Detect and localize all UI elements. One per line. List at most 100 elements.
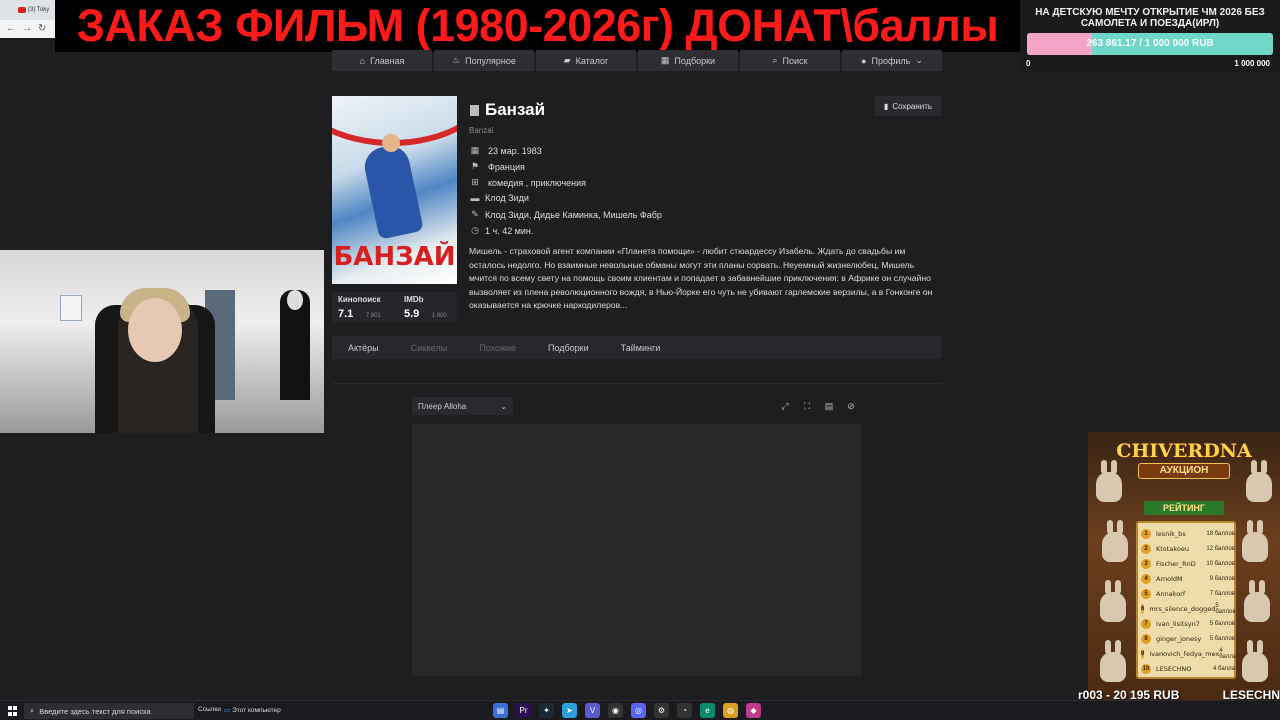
search-icon: ⌕ (772, 55, 778, 65)
director[interactable]: Клод Зиди (485, 193, 529, 203)
tab-sequels[interactable]: Сиквелы (411, 343, 448, 353)
vpn-icon[interactable]: V (585, 703, 600, 718)
nav-collections[interactable]: ▦ Подборки (638, 50, 738, 71)
browser-tab-label: (3) Toky (28, 7, 50, 13)
reload-icon[interactable]: ↻ (38, 23, 46, 34)
auction-points: 12 баллов (1206, 545, 1235, 552)
premiere-icon[interactable]: Pr (516, 703, 531, 718)
settings-icon[interactable]: ⚙ (654, 703, 669, 718)
rank-badge: 10 (1141, 663, 1151, 674)
auction-rating-label: РЕЙТИНГ (1144, 501, 1224, 515)
windows-start-icon[interactable] (8, 706, 18, 716)
film-title-text: Банзай (485, 100, 546, 119)
expand-icon[interactable]: ⤢ (776, 397, 794, 415)
auction-points: 10 баллов (1206, 560, 1235, 567)
edge-icon[interactable]: e (700, 703, 715, 718)
taskbar-this-pc[interactable]: ▭ Этот компьютер (224, 706, 281, 715)
nav-catalog[interactable]: ▰ Каталог (536, 50, 636, 71)
save-button[interactable]: ▮ Сохранить (875, 96, 941, 116)
tab-collections[interactable]: Подборки (548, 343, 589, 353)
link-icon[interactable]: ⊘ (842, 397, 860, 415)
clock-icon[interactable]: ◔ (677, 703, 692, 718)
fire-icon: ♨ (452, 55, 461, 65)
profile-icon: ● (861, 55, 867, 66)
nav-popular[interactable]: ♨ Популярное (434, 50, 534, 71)
rank-badge: 1 (1141, 528, 1151, 539)
film-tabs: Актёры Сиквелы Похожие Подборки Тайминги (332, 336, 942, 359)
nav-home[interactable]: ⌂ Главная (332, 50, 432, 71)
rank-badge: 4 (1141, 573, 1151, 584)
list-item: 2 Ktotakoeu 12 баллов (1141, 542, 1235, 555)
rating-votes: 7 901 (365, 313, 381, 319)
tab-timings[interactable]: Тайминги (621, 343, 661, 353)
rank-badge: 3 (1141, 558, 1151, 569)
save-label: Сохранить (892, 101, 933, 111)
writers[interactable]: Клод Зиди, Дидье Каминка, Мишель Фабр (485, 210, 662, 220)
auction-points: 5 баллов (1215, 602, 1236, 615)
obs-icon[interactable]: ◉ (608, 703, 623, 718)
clapper-icon: ▬ (470, 193, 480, 203)
rating-source: Кинопоиск (338, 295, 381, 304)
film-description: Мишель - страховой агент компании «Плане… (469, 246, 933, 310)
release-date: 23 мар. 1983 (488, 145, 542, 156)
rating-value: 5.9 (404, 308, 420, 320)
discord-icon[interactable]: ◎ (631, 703, 646, 718)
clock-icon: ◷ (471, 225, 479, 235)
director-row: ▬ Клод Зиди (470, 193, 529, 203)
taskbar-search[interactable]: ⌕ Введите здесь текст для поиска (24, 703, 194, 719)
folder-icon: ▰ (563, 55, 571, 65)
list-item: 6 mrs_silence_dogged 5 баллов (1141, 602, 1236, 615)
chevron-down-icon: ⌄ (500, 401, 507, 411)
telegram-icon[interactable]: ➤ (562, 703, 577, 718)
genres[interactable]: комедия , приключения (488, 178, 586, 188)
tab-similar[interactable]: Похожие (479, 343, 516, 353)
auction-user: Annakorf (1156, 589, 1186, 598)
forward-arrow-icon[interactable]: → (22, 23, 32, 34)
rating-value: 7.1 (338, 308, 354, 320)
auction-user: lesnik_bs (1156, 529, 1186, 538)
fullscreen-icon[interactable]: ⛶ (798, 397, 816, 415)
duration: 1 ч. 42 мин. (485, 225, 534, 236)
list-item: 3 Fischer_RnD 10 баллов (1141, 557, 1235, 570)
app-icon[interactable]: ◆ (746, 703, 761, 718)
auction-subtitle: АУКЦИОН (1138, 463, 1230, 479)
duration-row: ◷ 1 ч. 42 мин. (470, 225, 533, 236)
cam-art (60, 295, 82, 321)
comment-icon[interactable]: ▤ (820, 397, 838, 415)
chrome-icon[interactable]: ◍ (723, 703, 738, 718)
country[interactable]: Франция (488, 162, 525, 172)
video-player[interactable] (412, 424, 861, 676)
nav-label: Подборки (674, 55, 716, 66)
auction-user: Ktotakoeu (1156, 544, 1189, 553)
auction-user: ArnoldM (1156, 574, 1183, 583)
tab-actors[interactable]: Актёры (348, 343, 379, 353)
rank-badge: 6 (1141, 603, 1145, 614)
nav-profile[interactable]: ● Профиль ⌄ (842, 50, 942, 71)
steam-icon[interactable]: ✦ (539, 703, 554, 718)
grid-icon: ⊞ (471, 177, 479, 187)
bunny-icon (1246, 460, 1272, 502)
player-select[interactable]: Плеер Alloha ⌄ (412, 397, 513, 415)
rank-badge: 2 (1141, 543, 1151, 554)
ratings-panel: Кинопоиск 7.1 7 901 IMDb 5.9 1 900 (332, 292, 457, 322)
bunny-icon (1242, 640, 1268, 682)
list-item: 9 ivanovich_fedya_mex 4 балла (1141, 647, 1236, 660)
rank-badge: 7 (1141, 618, 1151, 629)
browser-tab[interactable]: (3) Toky (18, 3, 58, 17)
this-pc-label: Этот компьютер (232, 706, 281, 714)
goal-progress-bar: 263 861.17 / 1 000 000 RUB (1027, 33, 1273, 55)
film-poster[interactable]: БАНЗАЙ (332, 96, 457, 284)
auction-user: mrs_silence_dogged (1149, 604, 1216, 613)
poster-art (382, 134, 400, 152)
back-arrow-icon[interactable]: ← (6, 23, 16, 34)
bunny-icon (1244, 580, 1270, 622)
bunny-icon (1100, 580, 1126, 622)
rating-source: IMDb (404, 295, 424, 304)
taskbar-links[interactable]: Ссылки (198, 706, 221, 713)
release-date-row: ▦ 23 мар. 1983 (470, 145, 542, 156)
flag-icon: ⚑ (470, 161, 480, 171)
auction-user: ivanovich_fedya_mex (1149, 649, 1220, 658)
nav-search[interactable]: ⌕ Поиск (740, 50, 840, 71)
file-explorer-icon[interactable]: ▤ (493, 703, 508, 718)
auction-user: ginger_jonesy (1156, 634, 1202, 643)
